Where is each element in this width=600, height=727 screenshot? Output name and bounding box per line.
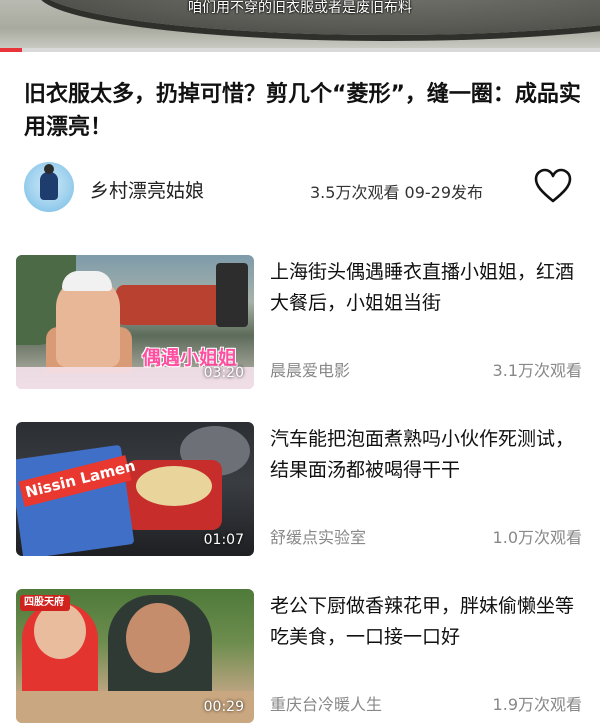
thumb-hat [62, 271, 112, 291]
thumb-noodles [136, 466, 212, 506]
thumb-man-face [126, 603, 190, 673]
author-name[interactable]: 乡村漂亮姑娘 [90, 176, 204, 203]
recommendation-views: 3.1万次观看 [492, 361, 582, 380]
author-avatar[interactable] [24, 162, 74, 212]
recommendation-author[interactable]: 重庆台冷暖人生 [270, 691, 382, 715]
recommendation-thumbnail[interactable]: Nissin Lamen 01:07 [16, 422, 254, 556]
recommendation-title[interactable]: 汽车能把泡面煮熟吗小伙作死测试，结果面汤都被喝得干干 [270, 424, 582, 486]
avatar-figure [40, 164, 58, 200]
recommendation-title[interactable]: 上海街头偶遇睡衣直播小姐姐，红酒大餐后，小姐姐当街 [270, 257, 582, 319]
video-subtitle: 咱们用不穿的旧衣服或者是废旧布料 [188, 0, 412, 16]
recommendation-thumbnail[interactable]: 四股天府 00:29 [16, 589, 254, 723]
recommendation-author[interactable]: 晨晨爱电影 [270, 357, 350, 381]
video-progress-fill [0, 48, 22, 52]
video-title: 旧衣服太多，扔掉可惜？剪几个“菱形”，缝一圈：成品实用漂亮！ [24, 82, 581, 140]
video-detail-page: 咱们用不穿的旧衣服或者是废旧布料 旧衣服太多，扔掉可惜？剪几个“菱形”，缝一圈：… [0, 0, 600, 727]
recommendation-views: 1.9万次观看 [492, 695, 582, 714]
video-meta: 3.5万次观看 09-29发布 [310, 183, 484, 202]
video-progress-bar[interactable] [0, 48, 600, 52]
video-player[interactable]: 咱们用不穿的旧衣服或者是废旧布料 [0, 0, 600, 52]
video-duration: 03:20 [203, 365, 244, 381]
thumb-woman-face [34, 603, 86, 659]
recommendation-item[interactable]: Nissin Lamen 01:07 汽车能把泡面煮熟吗小伙作死测试，结果面汤都… [16, 422, 584, 556]
recommendation-item[interactable]: 四股天府 00:29 老公下厨做香辣花甲，胖妹偷懒坐等吃美食，一口接一口好 重庆… [16, 589, 584, 723]
recommendation-views: 1.0万次观看 [492, 528, 582, 547]
recommendation-title[interactable]: 老公下厨做香辣花甲，胖妹偷懒坐等吃美食，一口接一口好 [270, 591, 582, 653]
video-duration: 00:29 [203, 699, 244, 715]
thumb-phone [216, 263, 248, 327]
thumb-caption: 四股天府 [24, 597, 64, 608]
video-duration: 01:07 [203, 532, 244, 548]
recommendation-author[interactable]: 舒缓点实验室 [270, 524, 366, 548]
recommendation-thumbnail[interactable]: 偶遇小姐姐 03:20 [16, 255, 254, 389]
heart-outline-icon[interactable] [534, 168, 572, 204]
author-row: 乡村漂亮姑娘 3.5万次观看 09-29发布 [24, 162, 584, 220]
recommendation-item[interactable]: 偶遇小姐姐 03:20 上海街头偶遇睡衣直播小姐姐，红酒大餐后，小姐姐当街 晨晨… [16, 255, 584, 389]
